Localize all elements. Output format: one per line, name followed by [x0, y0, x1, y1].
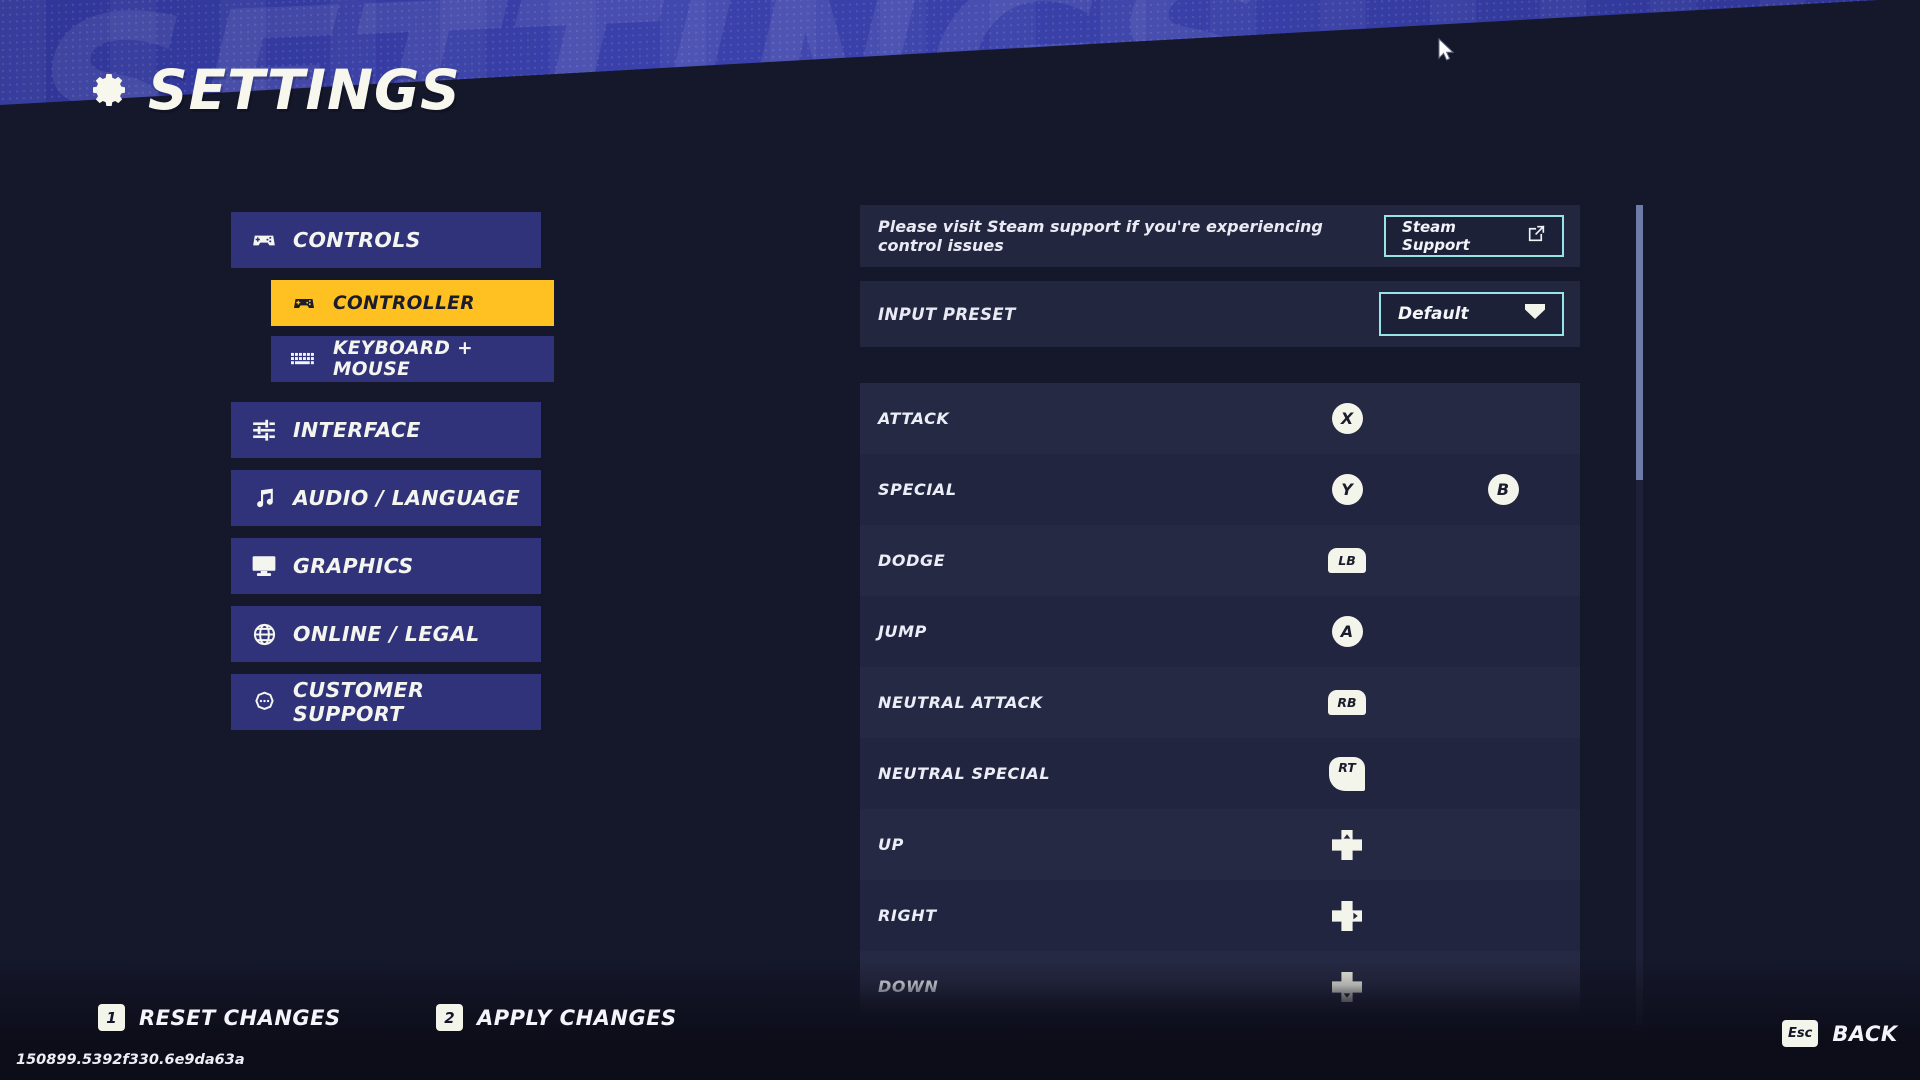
binding-glyph-slot[interactable]: X [1308, 403, 1386, 434]
gamepad-trigger-rt-icon: RT [1329, 756, 1365, 791]
binding-glyph-slot[interactable] [1308, 899, 1386, 933]
scrollbar-thumb[interactable] [1636, 205, 1643, 480]
music-note-icon [251, 485, 277, 511]
apply-changes-button[interactable]: 2 APPLY CHANGES [436, 1004, 677, 1031]
page-header: SETTINGS SETTINGS [0, 0, 1920, 205]
binding-glyph-slot-secondary[interactable]: B [1464, 474, 1542, 505]
binding-action-label: NEUTRAL SPECIAL [878, 764, 1051, 783]
support-notice-text: Please visit Steam support if you're exp… [878, 217, 1323, 255]
sidebar-item-label: CONTROLLER [333, 292, 475, 314]
dpad-right-icon [1330, 899, 1364, 933]
table-row[interactable]: NEUTRAL SPECIAL RT [860, 738, 1580, 809]
back-label: BACK [1832, 1021, 1898, 1046]
gear-icon [90, 70, 130, 110]
input-preset-row: INPUT PRESET Default [860, 281, 1580, 347]
sidebar-item-label: ONLINE / LEGAL [293, 622, 480, 646]
sidebar-item-keyboard-mouse[interactable]: KEYBOARD + MOUSE [271, 336, 554, 382]
binding-glyph-slot[interactable]: RB [1308, 690, 1386, 715]
gamepad-icon [291, 290, 317, 316]
table-row[interactable]: RIGHT [860, 880, 1580, 951]
external-link-icon [1527, 224, 1546, 248]
back-button[interactable]: Esc BACK [1782, 1020, 1898, 1047]
binding-action-label: NEUTRAL ATTACK [878, 693, 1043, 712]
settings-main-panel: Please visit Steam support if you're exp… [860, 205, 1580, 1022]
binding-action-label: SPECIAL [878, 480, 957, 499]
input-preset-value: Default [1398, 304, 1469, 324]
table-row[interactable]: SPECIAL Y B [860, 454, 1580, 525]
binding-action-label: DODGE [878, 551, 946, 570]
binding-glyph-slot[interactable]: LB [1308, 548, 1386, 573]
steam-support-notice: Please visit Steam support if you're exp… [860, 205, 1580, 267]
sidebar-item-label: GRAPHICS [293, 554, 414, 578]
gamepad-button-y-icon: Y [1331, 474, 1363, 505]
settings-sidebar: CONTROLS CONTROLLER KEYBOARD + MOUSE INT… [231, 212, 554, 742]
apply-changes-label: APPLY CHANGES [477, 1005, 677, 1030]
gamepad-button-x-icon: X [1331, 403, 1363, 434]
speech-bubble-icon [251, 689, 277, 715]
binding-glyph-slot[interactable] [1308, 828, 1386, 862]
binding-action-label: UP [878, 835, 904, 854]
sidebar-item-label: CONTROLS [293, 228, 421, 252]
binding-action-label: RIGHT [878, 906, 937, 925]
build-version-text: 150899.5392f330.6e9da63a [16, 1052, 245, 1068]
sidebar-item-controller[interactable]: CONTROLLER [271, 280, 554, 326]
page-title: SETTINGS [90, 58, 461, 122]
sidebar-item-graphics[interactable]: GRAPHICS [231, 538, 541, 594]
key-badge-2: 2 [436, 1004, 463, 1031]
reset-changes-button[interactable]: 1 RESET CHANGES [98, 1004, 341, 1031]
binding-action-label: JUMP [878, 622, 927, 641]
sidebar-divider [231, 392, 541, 402]
binding-glyph-slot[interactable]: Y [1308, 474, 1386, 505]
sidebar-item-label: CUSTOMER SUPPORT [293, 678, 425, 726]
key-badge-1: 1 [98, 1004, 125, 1031]
table-row[interactable]: NEUTRAL ATTACK RB [860, 667, 1580, 738]
table-row[interactable]: ATTACK X [860, 383, 1580, 454]
steam-support-button-label: Steam Support [1402, 218, 1470, 254]
sidebar-item-audio-language[interactable]: AUDIO / LANGUAGE [231, 470, 541, 526]
reset-changes-label: RESET CHANGES [139, 1005, 341, 1030]
sliders-icon [251, 417, 277, 443]
key-badge-esc: Esc [1782, 1020, 1819, 1047]
monitor-icon [251, 553, 277, 579]
chevron-down-icon [1524, 304, 1546, 324]
input-preset-dropdown[interactable]: Default [1379, 292, 1564, 336]
gamepad-icon [251, 227, 277, 253]
globe-icon [251, 621, 277, 647]
gamepad-button-b-icon: B [1487, 474, 1519, 505]
sidebar-item-label: KEYBOARD + MOUSE [333, 338, 474, 380]
sidebar-item-customer-support[interactable]: CUSTOMER SUPPORT [231, 674, 541, 730]
dpad-up-icon [1330, 828, 1364, 862]
binding-glyph-slot[interactable]: RT [1308, 756, 1386, 791]
input-preset-label: INPUT PRESET [878, 304, 1016, 324]
table-row[interactable]: JUMP A [860, 596, 1580, 667]
gamepad-bumper-lb-icon: LB [1328, 548, 1366, 573]
sidebar-subgroup-controls: CONTROLLER KEYBOARD + MOUSE [271, 280, 554, 382]
sidebar-item-label: INTERFACE [293, 418, 421, 442]
steam-support-button[interactable]: Steam Support [1384, 215, 1564, 257]
binding-glyph-slot[interactable]: A [1308, 616, 1386, 647]
sidebar-item-controls[interactable]: CONTROLS [231, 212, 541, 268]
sidebar-item-label: AUDIO / LANGUAGE [293, 486, 521, 510]
page-title-text: SETTINGS [148, 58, 461, 122]
settings-screen: SETTINGS SETTINGS CONTROLS [0, 0, 1920, 1080]
gamepad-bumper-rb-icon: RB [1328, 690, 1366, 715]
sidebar-item-interface[interactable]: INTERFACE [231, 402, 541, 458]
footer-bar: 1 RESET CHANGES 2 APPLY CHANGES Esc BACK… [0, 960, 1920, 1080]
mouse-cursor [1438, 37, 1456, 64]
gamepad-button-a-icon: A [1331, 616, 1363, 647]
keybinding-list: ATTACK X SPECIAL Y B DODGE LB JUMP A NEU… [860, 383, 1580, 1022]
table-row[interactable]: UP [860, 809, 1580, 880]
table-row[interactable]: DODGE LB [860, 525, 1580, 596]
keyboard-icon [291, 346, 317, 372]
sidebar-item-online-legal[interactable]: ONLINE / LEGAL [231, 606, 541, 662]
binding-action-label: ATTACK [878, 409, 950, 428]
